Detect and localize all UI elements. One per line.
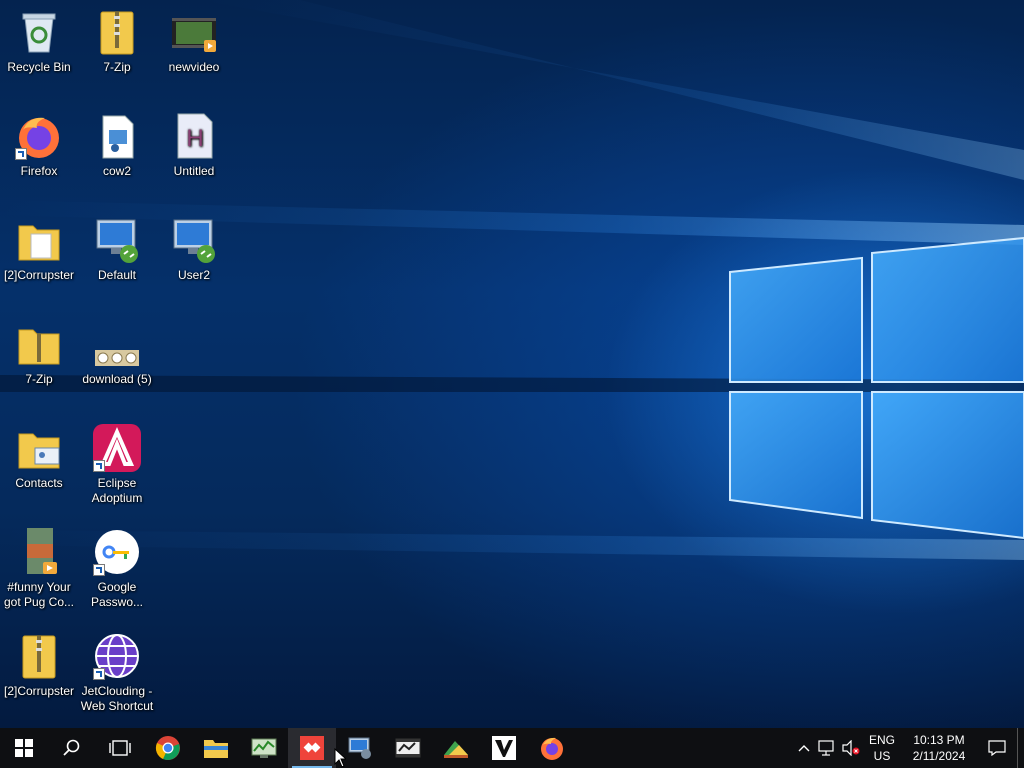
contacts-folder-icon bbox=[15, 424, 63, 472]
clock-date: 2/11/2024 bbox=[912, 749, 966, 763]
system-tray: ENG US 10:13 PM 2/11/2024 bbox=[793, 728, 1024, 768]
shortcut-arrow-icon bbox=[15, 148, 27, 160]
taskbar-video-editor[interactable] bbox=[384, 728, 432, 768]
google-passwords-icon bbox=[93, 528, 141, 576]
desktop-icon-contacts[interactable]: Contacts bbox=[0, 418, 78, 491]
desktop-icon-funny-pug[interactable]: #funny Your got Pug Co... bbox=[0, 522, 78, 610]
desktop-icon-7zip-folder[interactable]: 7-Zip bbox=[0, 314, 78, 387]
action-center-button[interactable] bbox=[977, 728, 1017, 768]
chrome-icon bbox=[155, 736, 180, 760]
recycle-bin-icon bbox=[15, 8, 63, 56]
volume-muted-icon bbox=[842, 740, 860, 756]
task-manager-icon bbox=[251, 738, 277, 758]
icon-label: Default bbox=[97, 268, 137, 282]
windows-start-icon bbox=[15, 739, 33, 757]
h-document-icon: H bbox=[170, 112, 218, 160]
desktop-icon-cow2[interactable]: cow2 bbox=[78, 106, 156, 179]
zip-folder-icon bbox=[93, 8, 141, 56]
zip-folder-icon bbox=[15, 632, 63, 680]
taskbar-vim[interactable] bbox=[480, 728, 528, 768]
remote-desktop-icon bbox=[348, 737, 371, 759]
icon-label: Firefox bbox=[20, 164, 58, 178]
desktop-icon-download5[interactable]: download (5) bbox=[78, 314, 156, 387]
media-file-icon bbox=[93, 112, 141, 160]
desktop-icon-jetclouding[interactable]: JetClouding - Web Shortcut bbox=[78, 626, 156, 714]
desktop-icon-recycle-bin[interactable]: Recycle Bin bbox=[0, 2, 78, 75]
desktop-icon-google-passwords[interactable]: Google Passwo... bbox=[78, 522, 156, 610]
remote-desktop-icon bbox=[170, 216, 218, 264]
taskbar-anydesk[interactable] bbox=[288, 728, 336, 768]
desktop-icon-user2[interactable]: User2 bbox=[155, 210, 233, 283]
taskbar-chrome[interactable] bbox=[144, 728, 192, 768]
icon-label: [2]Corrupster bbox=[3, 684, 75, 698]
icon-label: newvideo bbox=[168, 60, 220, 74]
clock-button[interactable]: 10:13 PM 2/11/2024 bbox=[901, 728, 977, 768]
show-hidden-icons-button[interactable] bbox=[793, 728, 815, 768]
taskbar-file-explorer[interactable] bbox=[192, 728, 240, 768]
shortcut-arrow-icon bbox=[93, 668, 105, 680]
desktop-icon-eclipse-adoptium[interactable]: Eclipse Adoptium bbox=[78, 418, 156, 506]
icon-label: User2 bbox=[177, 268, 210, 282]
taskbar-firefox[interactable] bbox=[528, 728, 576, 768]
remote-desktop-icon bbox=[93, 216, 141, 264]
photo-app-icon bbox=[444, 741, 468, 758]
svg-text:H: H bbox=[186, 125, 203, 152]
desktop-icon-untitled[interactable]: H Untitled bbox=[155, 106, 233, 179]
video-editor-icon bbox=[395, 738, 421, 758]
video-thumbnail-icon bbox=[15, 528, 63, 576]
mouse-cursor-icon bbox=[334, 748, 346, 768]
chevron-up-icon bbox=[798, 745, 810, 752]
taskbar-photo-app[interactable] bbox=[432, 728, 480, 768]
shortcut-arrow-icon bbox=[93, 460, 105, 472]
image-thumbnail-icon bbox=[93, 320, 141, 368]
icon-label: Recycle Bin bbox=[7, 60, 71, 74]
desktop-icon-firefox[interactable]: Firefox bbox=[0, 106, 78, 179]
zip-folder-icon bbox=[15, 320, 63, 368]
clock-time: 10:13 PM bbox=[913, 733, 965, 747]
language-code: ENG bbox=[868, 733, 895, 747]
icon-label: [2]Corrupster bbox=[3, 268, 75, 282]
task-view-button[interactable] bbox=[96, 728, 144, 768]
firefox-icon bbox=[541, 737, 563, 760]
desktop-icon-corrupster-zip[interactable]: [2]Corrupster bbox=[0, 626, 78, 699]
desktop-icon-corrupster[interactable]: [2]Corrupster bbox=[0, 210, 78, 283]
notification-icon bbox=[988, 740, 1006, 756]
video-file-icon bbox=[170, 8, 218, 56]
search-icon bbox=[63, 739, 80, 756]
globe-icon bbox=[93, 632, 141, 680]
volume-button[interactable] bbox=[839, 728, 863, 768]
icon-label: cow2 bbox=[102, 164, 131, 178]
anydesk-icon bbox=[300, 736, 324, 760]
icon-label: #funny Your got Pug Co... bbox=[3, 580, 75, 609]
region-code: US bbox=[873, 749, 891, 763]
desktop-icon-7zip[interactable]: 7-Zip bbox=[78, 2, 156, 75]
eclipse-adoptium-icon bbox=[93, 424, 141, 472]
show-desktop-button[interactable] bbox=[1017, 728, 1024, 768]
search-button[interactable] bbox=[48, 728, 96, 768]
vim-icon bbox=[492, 736, 516, 760]
icon-label: Untitled bbox=[173, 164, 215, 178]
icon-label: 7-Zip bbox=[25, 372, 53, 386]
network-icon bbox=[818, 740, 834, 756]
folder-icon bbox=[15, 216, 63, 264]
task-view-icon bbox=[109, 740, 131, 756]
input-language-button[interactable]: ENG US bbox=[863, 728, 901, 768]
desktop-icon-default[interactable]: Default bbox=[78, 210, 156, 283]
icon-label: 7-Zip bbox=[103, 60, 131, 74]
icon-label: download (5) bbox=[82, 372, 152, 386]
shortcut-arrow-icon bbox=[93, 564, 105, 576]
file-explorer-icon bbox=[204, 740, 228, 758]
network-button[interactable] bbox=[815, 728, 839, 768]
taskbar-task-manager[interactable] bbox=[240, 728, 288, 768]
icon-label: Eclipse Adoptium bbox=[91, 476, 143, 505]
taskbar: ENG US 10:13 PM 2/11/2024 bbox=[0, 728, 1024, 768]
start-button[interactable] bbox=[0, 728, 48, 768]
icon-label: JetClouding - Web Shortcut bbox=[80, 684, 154, 713]
icon-label: Google Passwo... bbox=[90, 580, 144, 609]
icon-label: Contacts bbox=[15, 476, 63, 490]
firefox-icon bbox=[15, 112, 63, 160]
desktop-icon-newvideo[interactable]: newvideo bbox=[155, 2, 233, 75]
